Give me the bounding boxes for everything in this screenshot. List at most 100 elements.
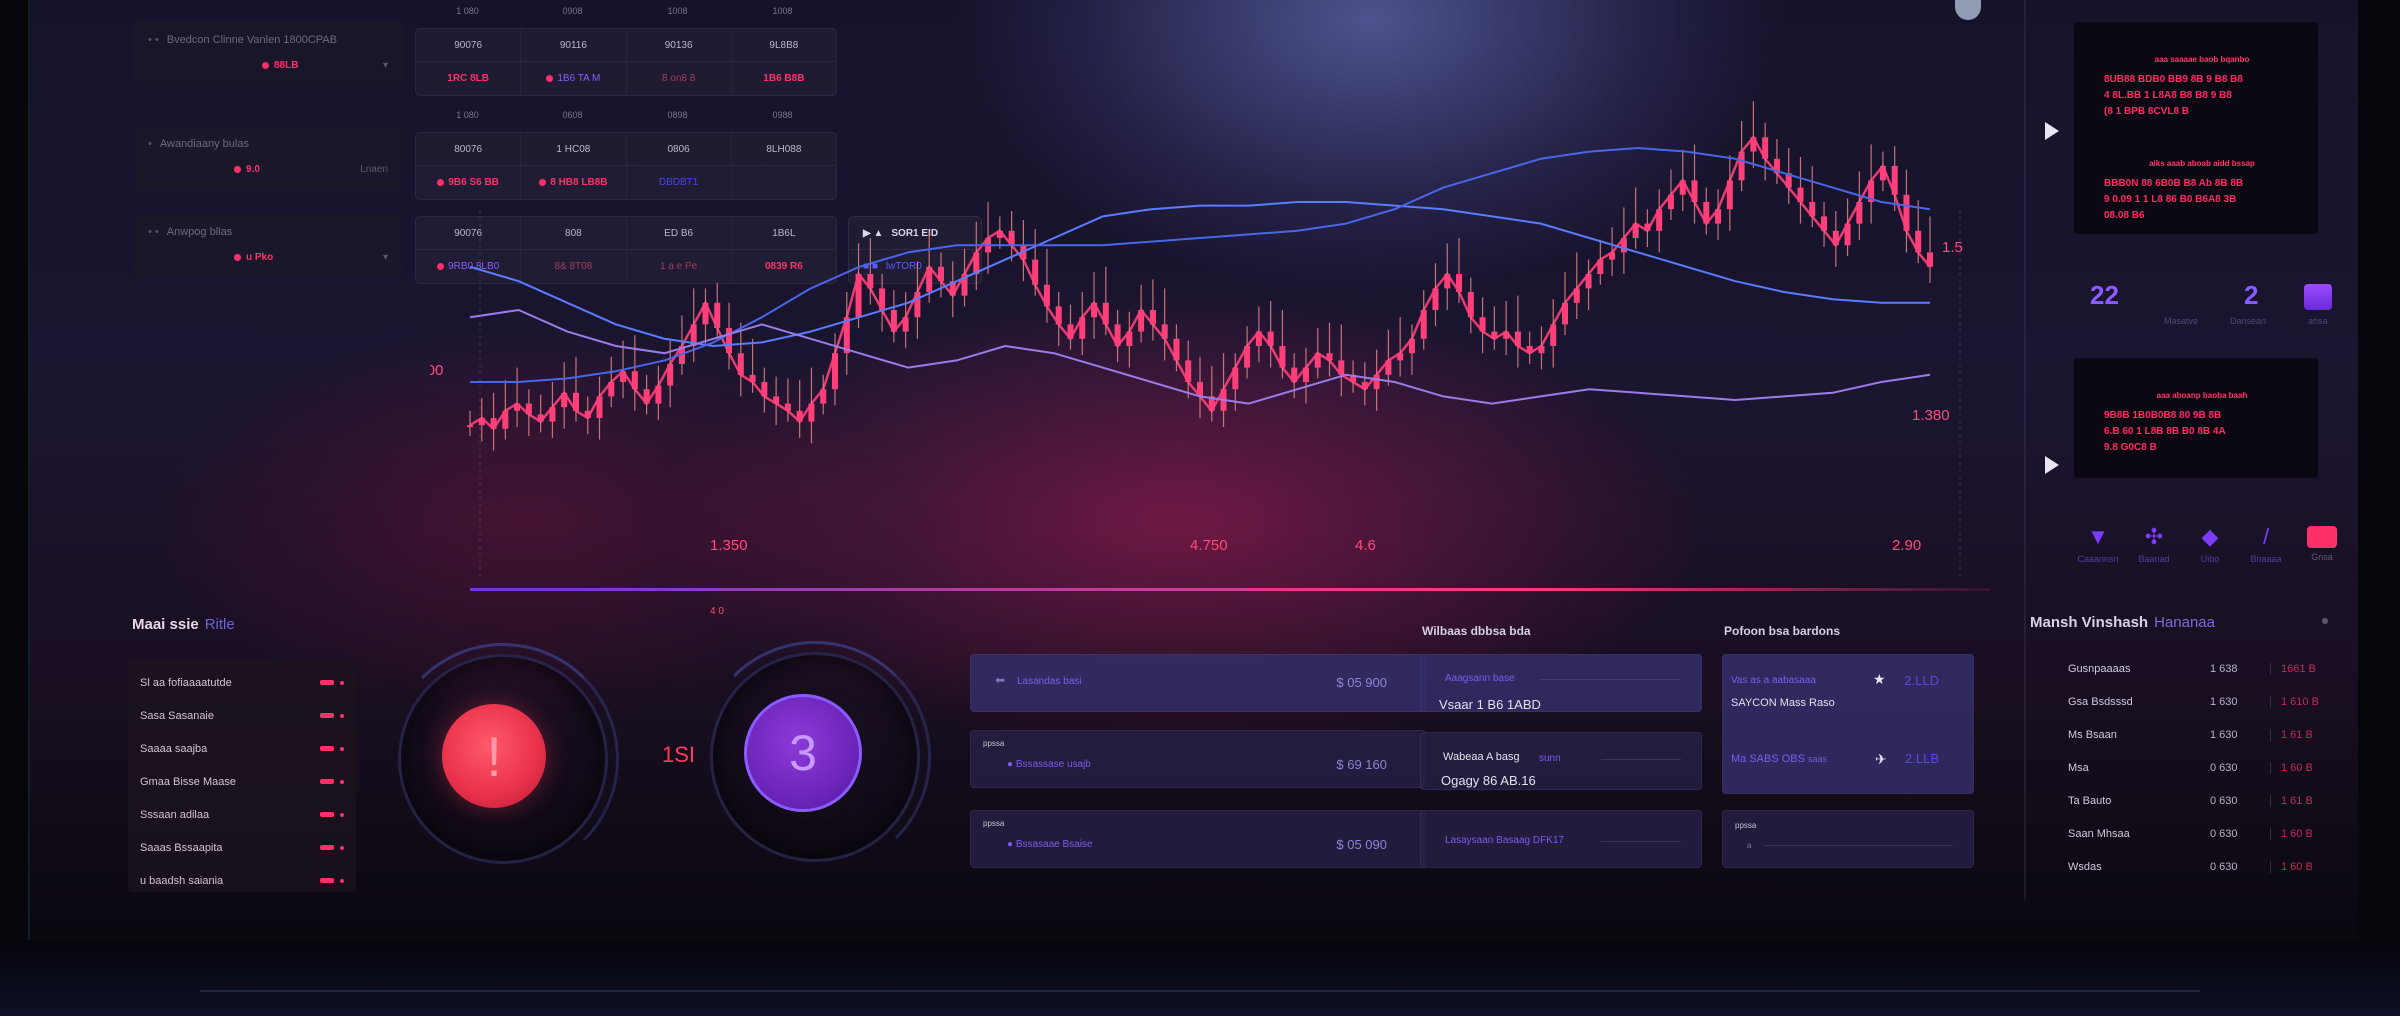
list-item[interactable]: Sl aa fofiaaaatutde	[140, 666, 344, 699]
candle	[1679, 180, 1686, 195]
list-item-label: Sssaan adilaa	[140, 808, 210, 821]
bottom-bezel	[0, 940, 2400, 1016]
status-dot	[340, 845, 344, 850]
candle	[643, 389, 650, 404]
candle	[761, 382, 768, 397]
alert-button[interactable]: !	[442, 704, 546, 808]
card-value: $ 05 900	[1336, 675, 1387, 690]
balance-card[interactable]: ppssa ● Bssassase usajb $ 69 160	[970, 730, 1426, 788]
news-line: 8UB88 BDB0 BB9 8B 9 B8 B8	[2104, 74, 2243, 85]
table-row[interactable]: Msa 0 630 1 60 B	[2068, 751, 2328, 784]
candle	[1232, 367, 1239, 390]
candle	[1091, 302, 1098, 318]
market-row-1[interactable]: • • Bvedcon Clinne Vanlen 1800CPAB 88LB ▾	[134, 22, 402, 86]
candle	[1432, 288, 1439, 310]
asset-value: 0 630	[2210, 860, 2238, 873]
candle	[1585, 274, 1592, 289]
card-label: Aaagsann base	[1445, 673, 1515, 684]
chevron-down-icon[interactable]: ▾	[383, 60, 388, 71]
table-row[interactable]: Saan Mhsaa 0 630 1 60 B	[2068, 817, 2328, 850]
candle	[1891, 166, 1898, 195]
candle	[467, 425, 473, 428]
status-dot	[340, 680, 344, 685]
candle	[1715, 209, 1722, 224]
list-item[interactable]: Sasa Sasanaie	[140, 699, 344, 732]
wallet-card[interactable]: Wabeaa A basg sunn Ogagy 86 AB.16	[1420, 732, 1702, 790]
table-row[interactable]: Ms Bsaan 1 630 1 61 B	[2068, 718, 2328, 751]
asset-value: 1 638	[2210, 662, 2238, 675]
candle	[1562, 302, 1568, 325]
candle	[1338, 360, 1345, 375]
market-row-title: • • Bvedcon Clinne Vanlen 1800CPAB	[148, 34, 337, 46]
list-item[interactable]: Saaas Bssaapita	[140, 831, 344, 864]
chevron-down-icon[interactable]: ▾	[383, 252, 388, 263]
table-row[interactable]: Gsa Bsdsssd 1 630 1 610 B	[2068, 685, 2328, 718]
card-label: Ma SABS OBS saas	[1731, 753, 1828, 765]
market-row-pill: 9.0	[234, 164, 260, 175]
table-row[interactable]: Wsdas 0 630 1 60 B	[2068, 850, 2328, 883]
card-value: $ 05 090	[1336, 837, 1387, 852]
news-card-2[interactable]: aaa aboanp baoba baah 9B8B 1B0B0B8 80 9B…	[2074, 358, 2318, 478]
price-chart[interactable]: 4600 1.350 4.750 4.6 2.90 1.5 1.380	[430, 90, 1990, 590]
x-tick-label: 1.350	[710, 537, 748, 554]
card-label: a	[1747, 841, 1752, 850]
news-card-1[interactable]: aaa saaaae baob bqanbo 8UB88 BDB0 BB9 8B…	[2074, 22, 2318, 234]
list-item[interactable]: Gmaa Bisse Maase	[140, 765, 344, 798]
card-label: Wabeaa A basg	[1443, 751, 1520, 763]
list-item[interactable]: u baadsh saiania	[140, 864, 344, 897]
asset-change: 1 610 B	[2270, 695, 2328, 708]
wallet-card[interactable]: Aaagsann base Vsaar 1 B6 1ABD	[1420, 654, 1702, 712]
candle	[726, 328, 733, 354]
stat-swatch[interactable]	[2304, 284, 2332, 310]
market-row-2[interactable]: • Awandiaany bulas 9.0 Lnaen	[134, 126, 402, 190]
card-label: Lasaysaan Basaag DFK17	[1445, 835, 1564, 846]
candle	[737, 353, 744, 375]
balance-card[interactable]: ppssa ● Bssasaae Bsaise $ 05 090	[970, 810, 1426, 868]
candle	[1538, 346, 1545, 354]
table-row[interactable]: Ta Bauto 0 630 1 61 B	[2068, 784, 2328, 817]
more-icon[interactable]	[2322, 618, 2328, 624]
position-card[interactable]: ppssa a	[1722, 810, 1974, 868]
play-icon[interactable]	[2045, 122, 2059, 140]
action-pen[interactable]: / Bnaaaa	[2238, 524, 2294, 564]
candle	[584, 410, 591, 418]
candle	[1326, 353, 1333, 361]
action-diamond[interactable]: ◆ Uibo	[2182, 524, 2238, 564]
candle	[1832, 230, 1839, 246]
count-value: 3	[789, 725, 817, 781]
play-icon[interactable]	[2045, 456, 2059, 474]
list-item[interactable]: Saaaa saajba	[140, 732, 344, 765]
action-mail[interactable]: Gnsa	[2294, 524, 2350, 564]
candle	[1656, 209, 1663, 231]
icon-label: Baanad	[2138, 554, 2170, 564]
position-card[interactable]: Vas as a aabasaaa ★ 2.LLD SAYCON Mass Ra…	[1722, 654, 1974, 794]
asset-name: Gusnpaaaas	[2068, 662, 2131, 675]
action-sparkle[interactable]: ✣ Baanad	[2126, 524, 2182, 564]
candle	[773, 396, 780, 404]
list-item[interactable]: Sssaan adilaa	[140, 798, 344, 831]
count-button[interactable]: 3	[744, 694, 862, 812]
candle	[1503, 331, 1510, 339]
table-row[interactable]: Gusnpaaaas 1 638 1661 B	[2068, 652, 2328, 685]
candle	[926, 266, 933, 292]
list-item-label: Sl aa fofiaaaatutde	[140, 676, 232, 689]
candle	[1644, 223, 1651, 231]
candle	[1797, 187, 1804, 202]
news-header: aiks aaab aboab aidd bssap	[2149, 159, 2255, 168]
list-item-label: u baadsh saiania	[140, 874, 224, 887]
table-row[interactable]: 90076 90116 90136 9L8B8	[416, 29, 836, 62]
candle	[1255, 331, 1262, 346]
candle	[1008, 230, 1015, 246]
candle	[561, 392, 568, 408]
candle	[1879, 166, 1886, 181]
table-cell: 9L8B8	[769, 39, 799, 51]
wallet-card[interactable]: Lasaysaan Basaag DFK17	[1420, 810, 1702, 868]
news-line: (8 1 BPB 8CVL8 B	[2104, 106, 2190, 117]
candle	[549, 407, 556, 422]
stat-label: Masatve	[2164, 316, 2199, 326]
candle	[655, 385, 662, 404]
list-item-label: Saaas Bssaapita	[140, 841, 223, 854]
balance-card[interactable]: ⬅ Lasandas basi $ 05 900	[970, 654, 1426, 712]
action-triangle[interactable]: ▼ Caaannsn	[2070, 524, 2126, 564]
market-row-3[interactable]: • • Anwpog bllas u Pko ▾	[134, 214, 402, 278]
